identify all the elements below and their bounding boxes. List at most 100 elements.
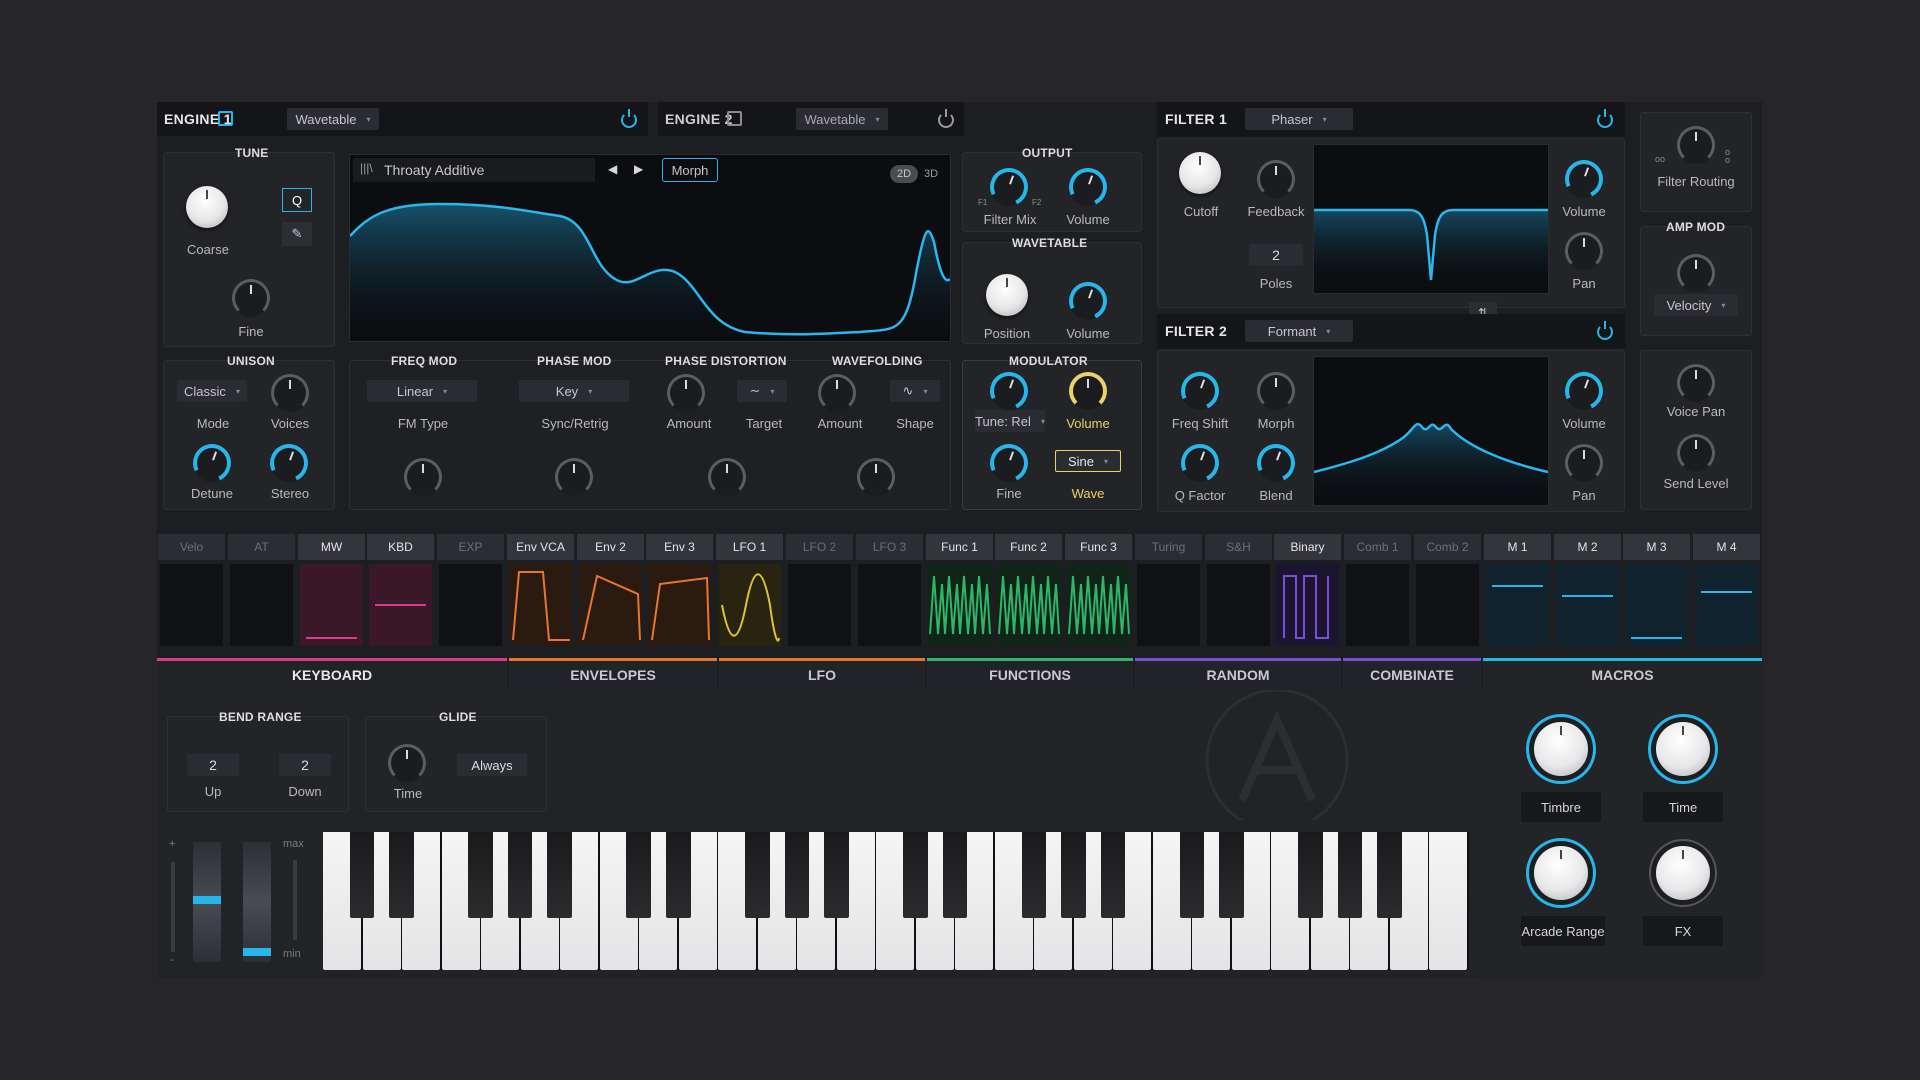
mod-slot[interactable] [1695,564,1758,646]
coarse-knob[interactable] [186,186,228,228]
mod-tab-m-3[interactable]: M 3 [1623,534,1690,560]
piano-black-key[interactable] [507,832,533,918]
pitch-slider-track[interactable] [171,862,175,952]
wf-amount-knob[interactable] [818,374,856,412]
tab-lfo[interactable]: LFO [719,658,925,688]
mod-slot[interactable] [1067,564,1130,646]
mod-tab-func-1[interactable]: Func 1 [926,534,993,560]
mod-slot[interactable] [1556,564,1619,646]
mod-slot[interactable] [579,564,642,646]
view-2d-toggle[interactable]: 2D [890,165,918,183]
mod-tab-s-h[interactable]: S&H [1205,534,1272,560]
engine1-type-dropdown[interactable]: Wavetable ▾ [287,108,379,130]
mod-slot[interactable] [997,564,1060,646]
mod-tab-env-2[interactable]: Env 2 [577,534,644,560]
mod-slot[interactable] [1346,564,1409,646]
morph-knob[interactable] [1257,372,1295,410]
piano-black-key[interactable] [1219,832,1244,918]
engine1-power-icon[interactable] [621,109,637,128]
piano-black-key[interactable] [1021,832,1047,918]
mod-slot[interactable] [928,564,991,646]
mod-wheel[interactable] [243,842,271,962]
mod-tab-lfo-2[interactable]: LFO 2 [786,534,853,560]
prev-wavetable-icon[interactable]: ◀ [608,162,617,176]
mod-tab-func-3[interactable]: Func 3 [1065,534,1132,560]
mod-tab-mw[interactable]: MW [298,534,365,560]
piano-black-key[interactable] [942,832,968,918]
filter2-pan-knob[interactable] [1565,444,1603,482]
tab-random[interactable]: RANDOM [1135,658,1341,688]
filter-routing-knob[interactable] [1677,126,1715,164]
piano-black-key[interactable] [1179,832,1205,918]
tab-envelopes[interactable]: ENVELOPES [509,658,717,688]
fm-type-dropdown[interactable]: Linear ▾ [367,380,477,402]
mod-slot[interactable] [1137,564,1200,646]
piano-black-key[interactable] [349,832,375,918]
piano-black-key[interactable] [468,832,493,918]
position-knob[interactable] [986,274,1028,316]
poles-value[interactable]: 2 [1249,244,1303,266]
mod-slot[interactable] [858,564,921,646]
voice-pan-knob[interactable] [1677,364,1715,402]
timbre-knob[interactable] [1534,722,1588,776]
feedback-knob[interactable] [1257,160,1295,198]
mod-slot[interactable] [300,564,363,646]
piano-black-key[interactable] [1100,832,1126,918]
mod-tab-m-1[interactable]: M 1 [1484,534,1551,560]
pencil-icon[interactable]: ✎ [282,222,312,246]
mod-tab-kbd[interactable]: KBD [367,534,434,560]
mod-slot[interactable] [788,564,851,646]
mod-slot[interactable] [1486,564,1549,646]
piano-white-key[interactable] [1429,832,1468,970]
piano-black-key[interactable] [1298,832,1323,918]
mod-slider-track[interactable] [293,860,297,940]
sync-retrig-dropdown[interactable]: Key ▾ [519,380,629,402]
modulator-wave-dropdown[interactable]: Sine ▾ [1055,450,1121,472]
mod-slot[interactable] [369,564,432,646]
bend-down-value[interactable]: 2 [279,754,331,776]
piano-black-key[interactable] [1337,832,1363,918]
fm-amount-knob[interactable] [404,458,442,496]
view-3d-toggle[interactable]: 3D [920,165,942,183]
bend-up-value[interactable]: 2 [187,754,239,776]
q-button[interactable]: Q [282,188,312,212]
tab-combinate[interactable]: COMBINATE [1343,658,1481,688]
amp-mod-knob[interactable] [1677,254,1715,292]
engine2-type-dropdown[interactable]: Wavetable ▾ [796,108,888,130]
fx-knob[interactable] [1656,846,1710,900]
filter2-type-dropdown[interactable]: Formant ▾ [1245,320,1353,342]
pd-target-dropdown[interactable]: ∼ ▾ [737,380,787,402]
piano-black-key[interactable] [784,832,810,918]
pd-amount-knob[interactable] [667,374,705,412]
tab-functions[interactable]: FUNCTIONS [927,658,1133,688]
amp-mod-dropdown[interactable]: Velocity ▾ [1654,294,1738,316]
glide-time-knob[interactable] [388,744,426,782]
copy-icon[interactable] [727,111,742,126]
mod-slot[interactable] [718,564,781,646]
cutoff-knob[interactable] [1179,152,1221,194]
mod-tab-binary[interactable]: Binary [1274,534,1341,560]
phase-mod-knob[interactable] [555,458,593,496]
fine-tune-knob[interactable] [232,279,270,317]
mod-tab-m-4[interactable]: M 4 [1693,534,1760,560]
mod-slot[interactable] [1625,564,1688,646]
mod-tab-velo[interactable]: Velo [158,534,225,560]
piano-black-key[interactable] [547,832,572,918]
arcade-range-button[interactable]: Arcade Range [1521,916,1605,946]
mod-tab-m-2[interactable]: M 2 [1554,534,1621,560]
modulator-volume-knob[interactable] [1069,372,1107,410]
next-wavetable-icon[interactable]: ▶ [634,162,643,176]
unison-mode-dropdown[interactable]: Classic ▾ [177,380,247,402]
mod-slot[interactable] [439,564,502,646]
wf-mod-knob[interactable] [857,458,895,496]
mod-tab-func-2[interactable]: Func 2 [995,534,1062,560]
send-level-knob[interactable] [1677,434,1715,472]
morph-button[interactable]: Morph [662,158,718,182]
mod-slot[interactable] [230,564,293,646]
modulator-tune-dropdown[interactable]: Tune: Rel ▾ [975,410,1045,432]
filter2-power-icon[interactable] [1597,321,1613,340]
filter1-power-icon[interactable] [1597,109,1613,128]
mod-tab-env-vca[interactable]: Env VCA [507,534,574,560]
voices-knob[interactable] [271,374,309,412]
timbre-button[interactable]: Timbre [1521,792,1601,822]
